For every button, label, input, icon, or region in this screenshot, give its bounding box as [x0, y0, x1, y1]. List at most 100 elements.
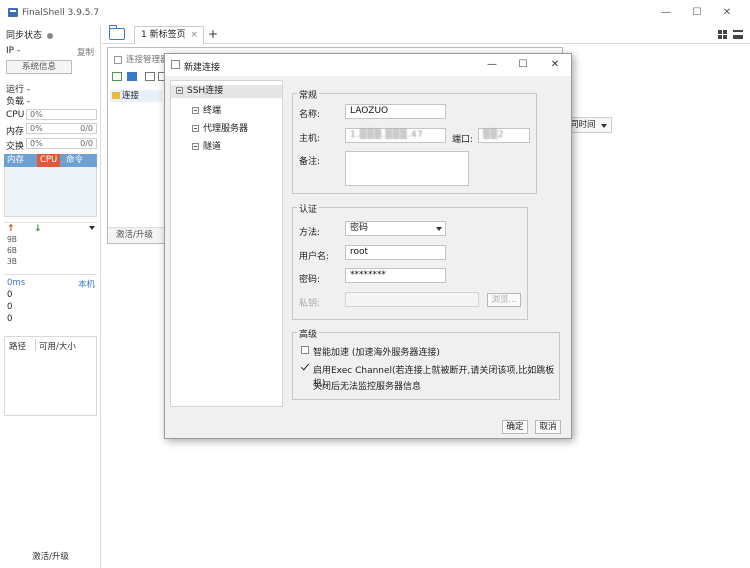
swap-value: 0% — [30, 139, 43, 148]
method-select[interactable]: 密码 — [345, 221, 446, 236]
add-tab-button[interactable]: + — [208, 26, 218, 43]
tab-label: 1 新标签页 — [141, 30, 186, 40]
ip-label: IP - — [6, 46, 21, 56]
host-value: 1.▒▒▒.▒▒▒.47 — [350, 130, 424, 140]
disk-panel: 路径 可用/大小 — [4, 336, 97, 416]
sync-dot-icon — [47, 32, 54, 39]
process-list — [4, 167, 97, 217]
net-scale-label: 6B — [7, 246, 17, 255]
settings-tree: SSH连接 终端 代理服务器 隧道 — [170, 80, 283, 407]
tree-item-label: SSH连接 — [187, 86, 224, 96]
cancel-button[interactable]: 取消 — [535, 420, 561, 434]
username-label: 用户名: — [299, 252, 330, 262]
tab-command[interactable]: 命令 — [63, 154, 86, 167]
upload-arrow-icon: ↑ — [7, 224, 15, 234]
dialog-close-button[interactable]: ✕ — [548, 58, 562, 72]
connection-manager-title-text: 连接管理器 — [126, 55, 169, 65]
smart-accel-label: 智能加速 (加速海外服务器连接) — [313, 348, 440, 358]
minimize-button[interactable]: — — [658, 6, 674, 20]
load-label: 负载 - — [6, 97, 31, 107]
tree-item-proxy[interactable]: 代理服务器 — [192, 121, 248, 134]
tree-item-label: 代理服务器 — [203, 124, 249, 134]
cpu-meter: 0% — [26, 109, 97, 120]
tab-memory[interactable]: 内存 — [4, 154, 27, 167]
auth-group-title: 认证 — [297, 202, 320, 215]
sync-status-label: 同步状态 — [6, 31, 43, 41]
net-scale-label: 9B — [7, 235, 17, 244]
column-divider — [35, 339, 36, 351]
dialog-maximize-button[interactable]: ☐ — [516, 58, 530, 72]
time-select[interactable]: 同时间 — [566, 117, 612, 133]
smart-accel-checkbox[interactable] — [301, 346, 309, 354]
dialog-minimize-button[interactable]: — — [485, 58, 499, 72]
mem-label: 内存 — [6, 127, 25, 137]
app-title: FinalShell 3.9.5.7 — [22, 8, 100, 18]
folder-icon[interactable] — [109, 25, 125, 40]
copy-icon[interactable] — [145, 72, 155, 81]
port-value: ▒▒2 — [483, 130, 505, 140]
tree-item-tunnel[interactable]: 隧道 — [192, 139, 221, 152]
ping-row: 0 — [7, 290, 13, 300]
copy-ip-link[interactable]: 复制 — [77, 46, 94, 58]
exec-channel-note: 关闭后无法监控服务器信息 — [313, 382, 422, 392]
dialog-titlebar: 新建连接 — ☐ ✕ — [165, 54, 571, 76]
system-info-button[interactable]: 系统信息 — [6, 60, 72, 74]
host-input[interactable]: 1.▒▒▒.▒▒▒.47 — [345, 128, 446, 143]
connection-manager-upgrade[interactable]: 激活/升级 — [108, 227, 164, 243]
tree-item-label: 终端 — [203, 106, 222, 116]
expand-icon — [192, 143, 199, 150]
tree-item-ssh[interactable]: SSH连接 — [171, 85, 282, 98]
cpu-value: 0% — [30, 110, 43, 119]
username-input[interactable]: root — [345, 245, 446, 260]
maximize-button[interactable]: ☐ — [689, 6, 705, 20]
tab-close-icon[interactable]: × — [190, 27, 198, 44]
ok-button[interactable]: 确定 — [502, 420, 528, 434]
tab-bar: 1 新标签页 × + — [102, 25, 750, 44]
port-input[interactable]: ▒▒2 — [478, 128, 530, 143]
cpu-label: CPU — [6, 110, 25, 120]
private-key-input — [345, 292, 479, 307]
download-arrow-icon: ↓ — [34, 224, 42, 234]
window-icon — [114, 55, 122, 64]
process-tabs: 内存 CPU 命令 — [4, 154, 97, 167]
disk-col-path: 路径 — [9, 342, 27, 352]
disk-col-size: 可用/大小 — [39, 342, 76, 352]
tab-cpu[interactable]: CPU — [37, 154, 61, 167]
note-textarea[interactable] — [345, 151, 469, 186]
net-scale-label: 3B — [7, 257, 17, 266]
dialog-window-icon — [171, 60, 180, 69]
name-input[interactable]: LAOZUO — [345, 104, 446, 119]
swap-usage: 0/0 — [80, 139, 93, 148]
tree-item-terminal[interactable]: 终端 — [192, 103, 221, 116]
advanced-group: 高级 智能加速 (加速海外服务器连接) 启用Exec Channel(若连接上就… — [292, 327, 560, 400]
name-label: 名称: — [299, 110, 321, 120]
connection-folder-item[interactable]: 连接 — [110, 90, 162, 102]
host-label: 主机: — [299, 134, 321, 144]
browse-button: 浏览... — [487, 293, 521, 307]
new-connection-icon[interactable] — [112, 72, 122, 81]
grid-view-icon[interactable] — [718, 30, 728, 39]
private-key-label: 私钥: — [299, 299, 321, 309]
password-label: 密码: — [299, 275, 321, 285]
menu-icon[interactable] — [733, 30, 743, 39]
password-input[interactable]: ******** — [345, 268, 446, 283]
swap-meter: 0% 0/0 — [26, 138, 97, 149]
collapse-icon[interactable] — [176, 87, 183, 94]
connection-manager-title: 连接管理器 — [114, 53, 169, 65]
expand-icon — [192, 125, 199, 132]
expand-icon — [192, 107, 199, 114]
exec-channel-checkbox[interactable] — [301, 364, 309, 372]
ping-row: 0 — [7, 314, 13, 324]
new-connection-dialog: 新建连接 — ☐ ✕ SSH连接 终端 代理服务器 隧道 常规 名称: LAOZ… — [164, 53, 572, 439]
ping-value: 0ms — [7, 278, 26, 288]
general-group-title: 常规 — [297, 88, 320, 101]
app-logo-icon — [8, 8, 18, 17]
sync-status: 同步状态 — [6, 28, 54, 41]
new-folder-icon[interactable] — [127, 72, 137, 81]
method-label: 方法: — [299, 228, 321, 238]
tab-new-page[interactable]: 1 新标签页 × — [134, 26, 204, 44]
mem-usage: 0/0 — [80, 124, 93, 133]
close-button[interactable]: ✕ — [719, 6, 735, 20]
network-dropdown-icon[interactable] — [89, 226, 95, 230]
upgrade-link[interactable]: 激活/升级 — [0, 550, 101, 562]
